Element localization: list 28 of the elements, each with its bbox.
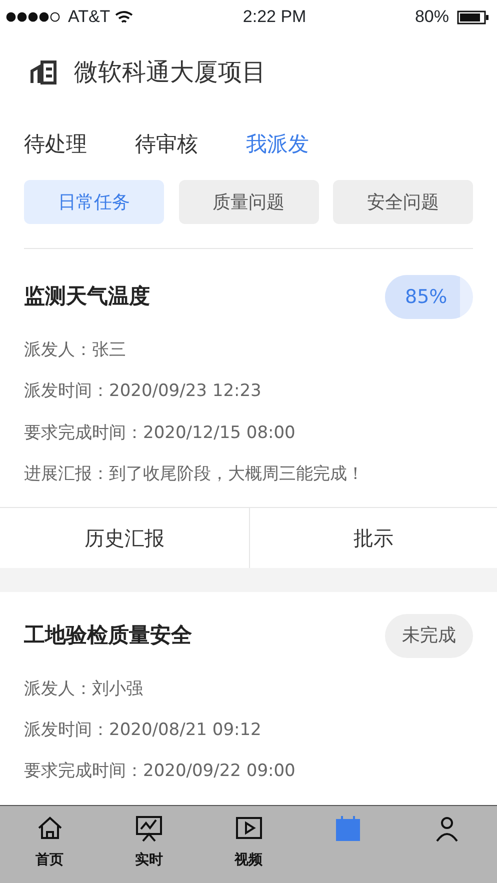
task-detail: 要求完成时间：2020/12/15 08:00 <box>24 422 296 444</box>
status-tab[interactable]: 待审核 <box>135 129 198 161</box>
task-detail: 派发时间：2020/09/23 12:23 <box>24 381 262 402</box>
task-title: 工地验检质量安全 <box>24 622 192 649</box>
progress-badge: 85% <box>385 275 473 319</box>
task-detail: 进展汇报：到了收尾阶段，大概周三能完成！ <box>24 464 365 485</box>
status-time: 2:22 PM <box>242 6 308 28</box>
wifi-icon <box>114 10 134 24</box>
category-tab[interactable]: 质量问题 <box>178 180 318 224</box>
carrier-name: AT&T <box>68 6 110 28</box>
nav-tab[interactable]: 视频 <box>198 806 298 883</box>
task-detail: 派发时间：2020/08/21 09:12 <box>24 720 262 740</box>
task-title: 监测天气温度 <box>24 283 150 310</box>
building-icon <box>30 59 58 85</box>
task-detail: 派发人：张三 <box>24 340 127 360</box>
battery-percent: 80% <box>414 6 449 28</box>
task-detail: 要求完成时间：2020/09/22 09:00 <box>24 761 296 782</box>
status-tab[interactable]: 待处理 <box>24 129 87 161</box>
task-detail: 派发人：刘小强 <box>24 678 144 699</box>
status-tab[interactable]: 我派发 <box>246 129 309 161</box>
project-title: 微软科通大厦项目 <box>74 57 266 88</box>
history-button[interactable]: 历史汇报 <box>0 508 248 568</box>
status-badge: 未完成 <box>385 614 473 658</box>
battery-icon <box>456 10 489 24</box>
nav-tab[interactable]: 首页 <box>0 806 100 883</box>
category-tab[interactable]: 安全问题 <box>333 180 473 224</box>
nav-tab[interactable]: 实时 <box>99 806 199 883</box>
chart-icon <box>134 814 164 844</box>
